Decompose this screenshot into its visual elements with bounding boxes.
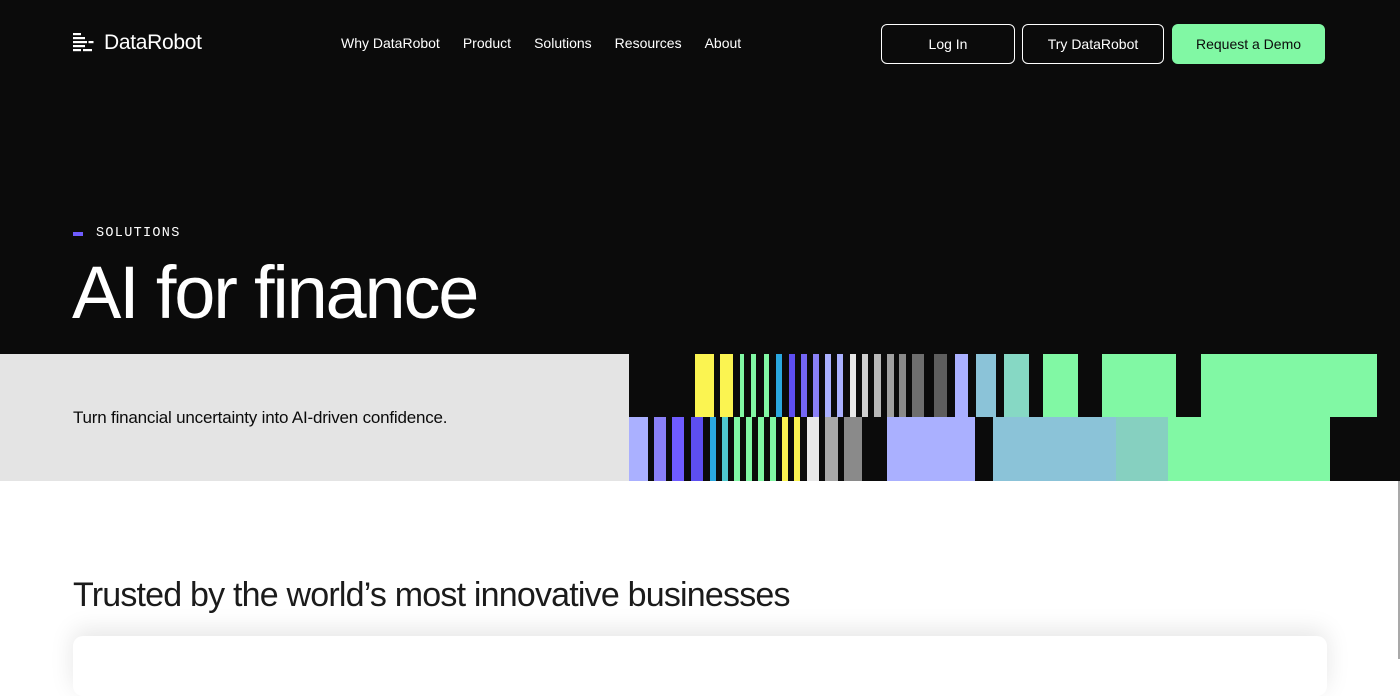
nav-link-resources[interactable]: Resources — [615, 35, 682, 51]
section-eyebrow: SOLUTIONS — [73, 226, 181, 241]
nav-link-solutions[interactable]: Solutions — [534, 35, 592, 51]
eyebrow-label: SOLUTIONS — [96, 226, 181, 241]
nav-link-why-datarobot[interactable]: Why DataRobot — [341, 35, 440, 51]
brand-logo[interactable]: DataRobot — [73, 31, 202, 55]
hero-subtitle: Turn financial uncertainty into AI-drive… — [73, 408, 448, 427]
nav-link-product[interactable]: Product — [463, 35, 511, 51]
page-title: AI for finance — [72, 251, 479, 334]
nav-link-about[interactable]: About — [705, 35, 742, 51]
brand-name: DataRobot — [104, 31, 202, 54]
login-button[interactable]: Log In — [881, 24, 1015, 64]
main-nav: Why DataRobot Product Solutions Resource… — [341, 35, 764, 51]
decorative-bars-graphic — [629, 354, 1400, 481]
datarobot-logo-icon — [73, 32, 95, 54]
eyebrow-marker — [73, 231, 83, 236]
request-demo-button[interactable]: Request a Demo — [1172, 24, 1325, 64]
try-datarobot-button[interactable]: Try DataRobot — [1022, 24, 1164, 64]
trusted-section-title: Trusted by the world’s most innovative b… — [73, 576, 791, 614]
customer-logos-card — [73, 636, 1327, 696]
hero-section: DataRobot Why DataRobot Product Solution… — [0, 0, 1400, 354]
hero-subtitle-band: Turn financial uncertainty into AI-drive… — [0, 354, 629, 481]
